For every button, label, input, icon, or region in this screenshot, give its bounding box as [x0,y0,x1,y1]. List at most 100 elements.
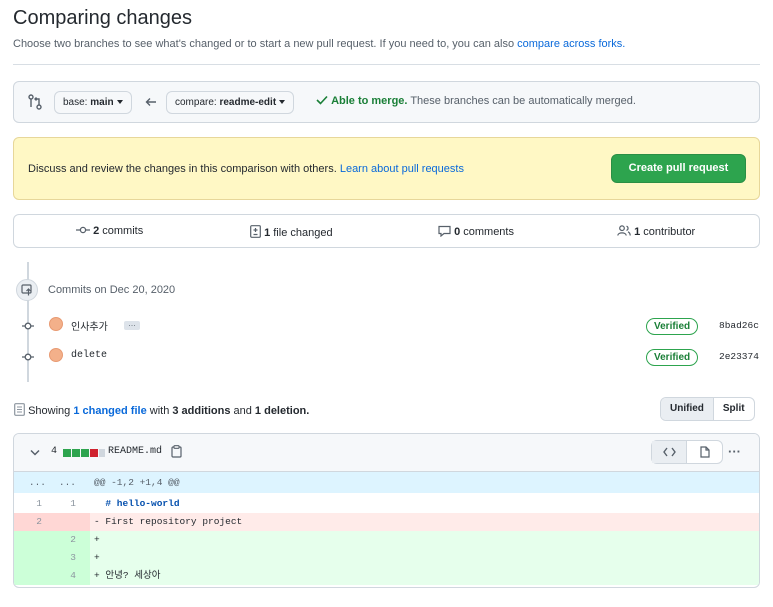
comments-count: 0 [454,226,461,238]
rich-view-button[interactable] [688,441,722,463]
avatar[interactable] [49,317,63,331]
commit-icon [22,353,34,361]
git-compare-icon [28,94,42,110]
avatar[interactable] [49,348,63,362]
merge-status-detail: These branches can be automatically merg… [410,95,636,107]
page-title: Comparing changes [13,7,192,29]
comments-stat[interactable]: 0 comments [438,225,514,238]
commit-sha[interactable]: 2e23374 [719,351,759,362]
more-options-icon[interactable]: ··· [728,444,741,459]
new-line-number[interactable]: 2 [48,531,76,549]
banner-message: Discuss and review the changes in this c… [28,163,337,175]
hunk-expand-right[interactable]: ... [48,472,76,493]
copy-icon[interactable] [171,445,182,458]
commit-message[interactable]: delete [71,350,107,361]
base-branch-select[interactable]: base: main [54,91,132,114]
divider [13,64,760,65]
files-changed-stat[interactable]: 1 file changed [250,225,333,239]
contributors-count: 1 [634,226,641,238]
files-count: 1 [264,227,271,239]
learn-about-prs-link[interactable]: Learn about pull requests [340,163,464,175]
diff-line-context: 1 1 # hello-world [14,495,759,513]
create-pull-request-button[interactable]: Create pull request [611,154,746,183]
compare-branch-name: readme-edit [219,97,277,108]
commits-stat[interactable]: 2 commits [76,225,143,237]
subtitle-text: Choose two branches to see what's change… [13,38,515,50]
old-line-number[interactable]: 1 [14,495,42,513]
diff-line-code: - First repository project [94,516,243,527]
diff-line-addition: 4 + 안녕? 세상아 [14,567,759,585]
verified-badge[interactable]: Verified [646,318,699,335]
diffstat-neutral-block [99,449,105,457]
diff-line-code: + 안녕? 세상아 [94,570,161,581]
contributors-stat[interactable]: 1 contributor [617,225,695,238]
arrow-left-icon [145,98,156,106]
compare-bar: base: main compare: readme-edit Able to … [13,81,760,123]
hunk-header: @@ -1,2 +1,4 @@ [94,477,180,488]
comment-icon [438,225,451,238]
summary-with: with [149,405,170,417]
diff-line-deletion: 2 - First repository project [14,513,759,531]
check-icon [316,95,328,105]
commit-message[interactable]: 인사추가 [71,318,108,333]
old-line-number[interactable]: 2 [14,513,42,531]
unified-view-button[interactable]: Unified [661,398,714,420]
merge-status-label: Able to merge. [331,95,408,107]
compare-branch-select[interactable]: compare: readme-edit [166,91,295,114]
source-view-button[interactable] [652,441,687,463]
file-diff-icon [14,403,25,416]
changed-files-link[interactable]: 1 changed file [73,405,146,417]
new-line-number[interactable]: 4 [48,567,76,585]
compare-across-forks-link[interactable]: compare across forks. [517,38,625,50]
diff-line-addition: 2 + [14,531,759,549]
banner-text: Discuss and review the changes in this c… [28,163,464,175]
hunk-expand-left[interactable]: ... [18,472,46,493]
base-prefix: base: [63,97,91,108]
diffstat-delete-block [90,449,98,457]
diff-file: 4 README.md ··· ... ... @@ -1,2 +1,4 @@ … [13,433,760,588]
diff-changes-count: 4 [51,446,58,457]
commit-icon [22,322,34,330]
summary-prefix: Showing [28,405,71,417]
summary-and: and [233,405,252,417]
expand-commit-button[interactable]: … [124,320,140,330]
file-icon [700,446,710,458]
diff-line-addition: 3 + [14,549,759,567]
diff-summary: Showing 1 changed file with 3 additions … [14,403,309,417]
commits-group-date: Commits on Dec 20, 2020 [48,284,176,296]
chevron-down-icon [279,100,286,105]
view-mode-group [651,440,723,464]
page-subtitle: Choose two branches to see what's change… [13,38,625,50]
files-label: file changed [273,227,333,239]
diffstat-add-block [81,449,89,457]
merge-status: Able to merge. These branches can be aut… [316,95,636,107]
diffstat-add-block [72,449,80,457]
create-pr-banner: Discuss and review the changes in this c… [13,137,760,200]
comments-label: comments [463,226,514,238]
additions-count: 3 additions [172,405,231,417]
new-line-number[interactable]: 3 [48,549,76,567]
contributors-label: contributor [643,226,696,238]
diff-file-header: 4 README.md ··· [14,434,759,472]
chevron-down-icon [116,100,123,105]
code-icon [663,447,676,457]
diff-line-code: + [94,552,100,563]
commits-count: 2 [93,225,100,237]
chevron-down-icon[interactable] [30,449,40,457]
file-name[interactable]: README.md [108,446,162,457]
diff-view-toggle: Unified Split [660,397,755,421]
compare-prefix: compare: [175,97,220,108]
commits-label: commits [102,225,144,237]
split-view-button[interactable]: Split [714,398,754,420]
base-branch-name: main [90,97,114,108]
repo-push-icon [21,284,32,296]
verified-badge[interactable]: Verified [646,349,699,366]
people-icon [617,225,631,236]
diff-line-code: + [94,534,100,545]
commit-sha[interactable]: 8bad26c [719,320,759,331]
diffstat-add-block [63,449,71,457]
commit-icon [76,226,90,234]
file-diff-icon [250,225,261,238]
deletions-count: 1 deletion. [254,405,310,417]
new-line-number[interactable]: 1 [48,495,76,513]
